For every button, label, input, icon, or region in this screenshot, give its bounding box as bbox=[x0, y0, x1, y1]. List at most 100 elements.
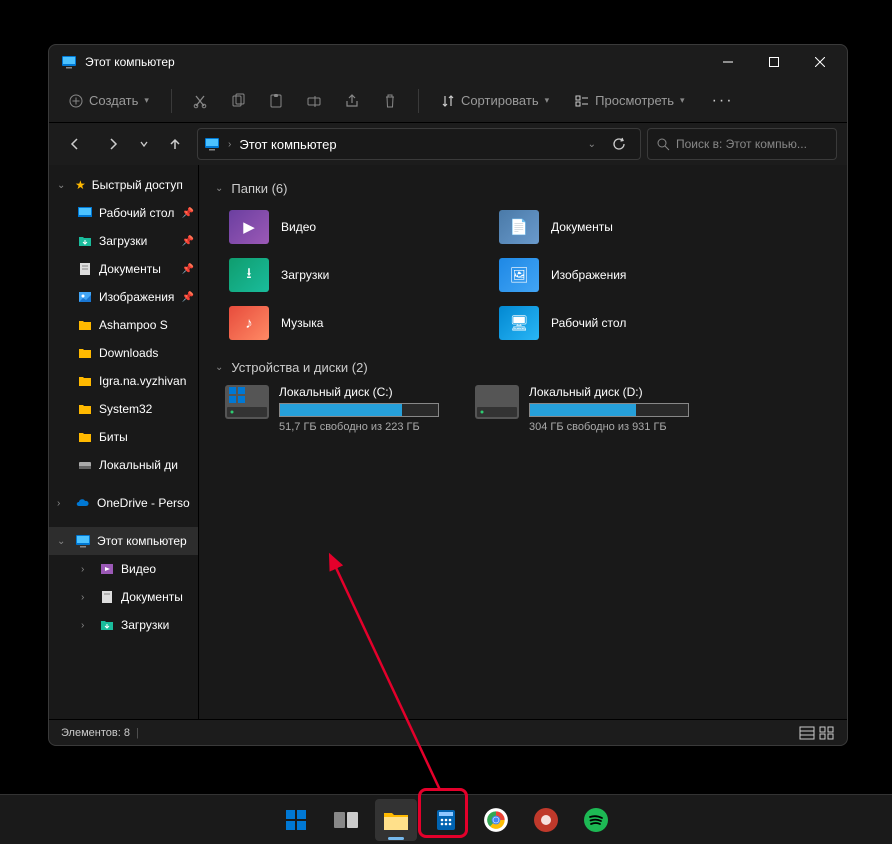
sidebar-item-label: Рабочий стол bbox=[99, 206, 176, 220]
up-button[interactable] bbox=[159, 128, 191, 160]
folder-item[interactable]: 🖥 Рабочий стол bbox=[495, 302, 745, 344]
folder-icon: ⭳ bbox=[229, 258, 269, 292]
sidebar-item-label: Изображения bbox=[99, 290, 176, 304]
sidebar-item-label: Видео bbox=[121, 562, 194, 576]
chevron-down-icon: ⌄ bbox=[57, 180, 69, 191]
search-input[interactable]: Поиск в: Этот компью... bbox=[647, 128, 837, 160]
folder-item[interactable]: 📄 Документы bbox=[495, 206, 745, 248]
sidebar-item[interactable]: Igra.na.vyzhivan bbox=[49, 367, 198, 395]
folder-icon bbox=[77, 345, 93, 361]
sidebar-item-label: Локальный ди bbox=[99, 458, 194, 472]
spotify-taskbar-button[interactable] bbox=[575, 799, 617, 841]
chevron-down-icon: ⌄ bbox=[57, 536, 69, 547]
close-button[interactable] bbox=[797, 46, 843, 78]
folder-icon: 🖼 bbox=[499, 258, 539, 292]
sidebar-item[interactable]: Downloads bbox=[49, 339, 198, 367]
forward-button[interactable] bbox=[97, 128, 129, 160]
share-button[interactable] bbox=[336, 85, 368, 117]
titlebar[interactable]: Этот компьютер bbox=[49, 45, 847, 79]
sort-button[interactable]: Сортировать ▾ bbox=[431, 87, 559, 114]
folder-icon bbox=[77, 429, 93, 445]
folder-icon bbox=[77, 401, 93, 417]
address-bar[interactable]: › Этот компьютер ⌄ bbox=[197, 128, 641, 160]
file-explorer-window: Этот компьютер Создать ▾ Сортировать ▾ П… bbox=[48, 44, 848, 746]
chevron-down-icon: ⌄ bbox=[215, 183, 223, 194]
sidebar-item[interactable]: Локальный ди bbox=[49, 451, 198, 479]
app-taskbar-button[interactable] bbox=[525, 799, 567, 841]
folder-name: Загрузки bbox=[281, 268, 329, 282]
drive-name: Локальный диск (D:) bbox=[529, 385, 689, 399]
view-button[interactable]: Просмотреть ▾ bbox=[565, 87, 694, 114]
chevron-right-icon: › bbox=[81, 620, 93, 631]
chevron-down-icon[interactable]: ⌄ bbox=[588, 139, 596, 150]
folder-item[interactable]: 🖼 Изображения bbox=[495, 254, 745, 296]
folder-item[interactable]: ♪ Музыка bbox=[225, 302, 475, 344]
folder-icon bbox=[77, 261, 93, 277]
maximize-button[interactable] bbox=[751, 46, 797, 78]
rename-button[interactable] bbox=[298, 85, 330, 117]
sidebar-item[interactable]: Рабочий стол📌 bbox=[49, 199, 198, 227]
sidebar-item-label: Downloads bbox=[99, 346, 194, 360]
sidebar-item[interactable]: Биты bbox=[49, 423, 198, 451]
more-button[interactable]: ··· bbox=[707, 85, 739, 117]
sidebar-quick-access[interactable]: ⌄ ★ Быстрый доступ bbox=[49, 171, 198, 199]
start-button[interactable] bbox=[275, 799, 317, 841]
main-content[interactable]: ⌄ Папки (6) ▶ Видео 📄 Документы ⭳ Загруз… bbox=[199, 165, 847, 719]
sidebar-item-label: Загрузки bbox=[99, 234, 176, 248]
pin-icon: 📌 bbox=[182, 292, 194, 303]
folder-name: Изображения bbox=[551, 268, 626, 282]
drive-item[interactable]: Локальный диск (C:) 51,7 ГБ свободно из … bbox=[225, 385, 439, 433]
this-pc-icon bbox=[204, 136, 220, 152]
sidebar-item[interactable]: › Загрузки bbox=[49, 611, 198, 639]
chrome-taskbar-button[interactable] bbox=[475, 799, 517, 841]
folder-icon bbox=[99, 561, 115, 577]
folder-name: Документы bbox=[551, 220, 613, 234]
chevron-down-icon: ▾ bbox=[144, 95, 149, 106]
delete-button[interactable] bbox=[374, 85, 406, 117]
sidebar-onedrive[interactable]: › OneDrive - Perso bbox=[49, 489, 198, 517]
address-path: Этот компьютер bbox=[239, 137, 579, 152]
sidebar-this-pc[interactable]: ⌄ Этот компьютер bbox=[49, 527, 198, 555]
drive-name: Локальный диск (C:) bbox=[279, 385, 439, 399]
refresh-button[interactable] bbox=[604, 137, 634, 151]
back-button[interactable] bbox=[59, 128, 91, 160]
cut-button[interactable] bbox=[184, 85, 216, 117]
drives-section-header[interactable]: ⌄ Устройства и диски (2) bbox=[215, 360, 831, 375]
drive-item[interactable]: Локальный диск (D:) 304 ГБ свободно из 9… bbox=[475, 385, 689, 433]
paste-button[interactable] bbox=[260, 85, 292, 117]
folder-icon bbox=[77, 205, 93, 221]
copy-button[interactable] bbox=[222, 85, 254, 117]
folder-icon: ▶ bbox=[229, 210, 269, 244]
chevron-right-icon: › bbox=[228, 139, 231, 150]
sidebar-item-label: Документы bbox=[121, 590, 194, 604]
sidebar-item[interactable]: Ashampoo S bbox=[49, 311, 198, 339]
file-explorer-taskbar-button[interactable] bbox=[375, 799, 417, 841]
status-bar: Элементов: 8 | bbox=[49, 719, 847, 745]
task-view-button[interactable] bbox=[325, 799, 367, 841]
calculator-taskbar-button[interactable] bbox=[425, 799, 467, 841]
this-pc-icon bbox=[61, 54, 77, 70]
recent-button[interactable] bbox=[135, 128, 153, 160]
sidebar-item[interactable]: Документы📌 bbox=[49, 255, 198, 283]
create-button[interactable]: Создать ▾ bbox=[59, 87, 159, 114]
folder-icon: 📄 bbox=[499, 210, 539, 244]
chevron-right-icon: › bbox=[81, 592, 93, 603]
details-view-button[interactable] bbox=[799, 726, 815, 740]
chevron-down-icon: ⌄ bbox=[215, 362, 223, 373]
folder-item[interactable]: ⭳ Загрузки bbox=[225, 254, 475, 296]
sidebar-item[interactable]: Изображения 📌 bbox=[49, 283, 198, 311]
sidebar-item[interactable]: Загрузки📌 bbox=[49, 227, 198, 255]
icons-view-button[interactable] bbox=[819, 726, 835, 740]
sidebar-item[interactable]: › Видео bbox=[49, 555, 198, 583]
folder-item[interactable]: ▶ Видео bbox=[225, 206, 475, 248]
folder-icon bbox=[99, 589, 115, 605]
sidebar-item[interactable]: System32 bbox=[49, 395, 198, 423]
taskbar bbox=[0, 794, 892, 844]
window-title: Этот компьютер bbox=[85, 55, 705, 69]
sidebar-item-label: Документы bbox=[99, 262, 176, 276]
minimize-button[interactable] bbox=[705, 46, 751, 78]
folders-section-header[interactable]: ⌄ Папки (6) bbox=[215, 181, 831, 196]
sidebar-item[interactable]: › Документы bbox=[49, 583, 198, 611]
sidebar-item-label: System32 bbox=[99, 402, 194, 416]
sidebar-item-label: Загрузки bbox=[121, 618, 194, 632]
